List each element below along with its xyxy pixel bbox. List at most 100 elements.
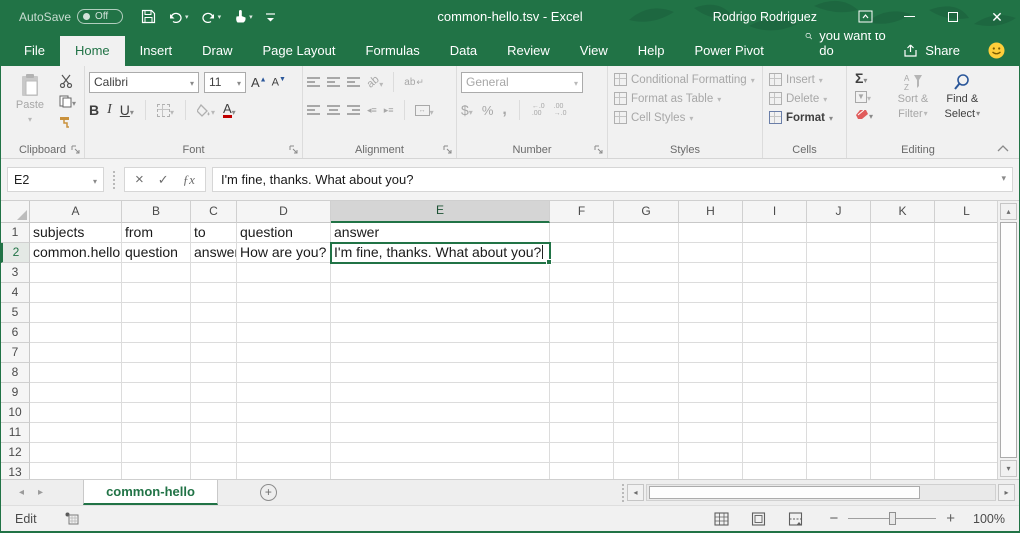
cell-C9[interactable]: [191, 383, 237, 403]
italic-button[interactable]: I: [107, 102, 112, 118]
cell-L8[interactable]: [935, 363, 997, 383]
save-button[interactable]: [137, 7, 160, 26]
cell-J5[interactable]: [807, 303, 871, 323]
cell-G12[interactable]: [614, 443, 679, 463]
column-header-D[interactable]: D: [237, 201, 331, 223]
cell-C7[interactable]: [191, 343, 237, 363]
currency-dropdown-icon[interactable]: [469, 103, 473, 118]
name-box-dropdown-icon[interactable]: [93, 173, 97, 187]
row-header-12[interactable]: 12: [1, 443, 30, 463]
scroll-right-icon[interactable]: ▸: [998, 484, 1015, 501]
cell-F12[interactable]: [550, 443, 614, 463]
cell-L6[interactable]: [935, 323, 997, 343]
number-format-select[interactable]: General: [461, 72, 583, 93]
delete-cells-button[interactable]: Delete: [769, 89, 843, 108]
scroll-down-icon[interactable]: ▾: [1000, 460, 1017, 477]
cell-C3[interactable]: [191, 263, 237, 283]
column-header-K[interactable]: K: [871, 201, 935, 223]
cell-I1[interactable]: [743, 223, 807, 243]
cell-D3[interactable]: [237, 263, 331, 283]
cell-A2[interactable]: common.hello: [30, 243, 122, 263]
cell-A3[interactable]: [30, 263, 122, 283]
paste-button[interactable]: Paste: [5, 70, 55, 128]
zoom-slider-thumb[interactable]: [889, 512, 896, 525]
cell-H5[interactable]: [679, 303, 743, 323]
insert-cells-button[interactable]: Insert: [769, 70, 843, 89]
cell-F3[interactable]: [550, 263, 614, 283]
cell-E2[interactable]: I'm fine, thanks. What about you?: [331, 243, 550, 263]
sheet-nav-right-icon[interactable]: ▸: [38, 487, 43, 498]
cell-K5[interactable]: [871, 303, 935, 323]
cell-E1[interactable]: answer: [331, 223, 550, 243]
cell-J6[interactable]: [807, 323, 871, 343]
tab-data[interactable]: Data: [435, 36, 492, 66]
zoom-out-button[interactable]: −: [829, 510, 838, 527]
decrease-indent-button[interactable]: ◂≡: [367, 105, 377, 116]
cell-I13[interactable]: [743, 463, 807, 479]
fill-color-button[interactable]: [197, 103, 215, 118]
cell-B12[interactable]: [122, 443, 191, 463]
cell-H11[interactable]: [679, 423, 743, 443]
cell-H12[interactable]: [679, 443, 743, 463]
cell-K4[interactable]: [871, 283, 935, 303]
tab-page-layout[interactable]: Page Layout: [248, 36, 351, 66]
column-header-H[interactable]: H: [679, 201, 743, 223]
alignment-dialog-launcher[interactable]: [443, 145, 454, 156]
cell-A11[interactable]: [30, 423, 122, 443]
cell-B10[interactable]: [122, 403, 191, 423]
cell-D1[interactable]: question: [237, 223, 331, 243]
cell-I7[interactable]: [743, 343, 807, 363]
cell-F8[interactable]: [550, 363, 614, 383]
cell-K6[interactable]: [871, 323, 935, 343]
cell-D9[interactable]: [237, 383, 331, 403]
maximize-button[interactable]: [931, 0, 975, 33]
tabbar-splitter[interactable]: [622, 484, 624, 502]
orientation-button[interactable]: ab: [367, 75, 383, 90]
cell-F5[interactable]: [550, 303, 614, 323]
cell-D4[interactable]: [237, 283, 331, 303]
cell-D11[interactable]: [237, 423, 331, 443]
cell-B13[interactable]: [122, 463, 191, 479]
cell-J13[interactable]: [807, 463, 871, 479]
cell-G7[interactable]: [614, 343, 679, 363]
cell-C13[interactable]: [191, 463, 237, 479]
format-cells-button[interactable]: Format: [769, 108, 843, 127]
cell-J3[interactable]: [807, 263, 871, 283]
cell-L11[interactable]: [935, 423, 997, 443]
redo-button[interactable]: ▾: [197, 8, 226, 25]
cell-E9[interactable]: [331, 383, 550, 403]
column-header-F[interactable]: F: [550, 201, 614, 223]
cell-C2[interactable]: answer: [191, 243, 237, 263]
cell-D10[interactable]: [237, 403, 331, 423]
page-break-preview-button[interactable]: [788, 512, 803, 526]
cell-A5[interactable]: [30, 303, 122, 323]
cell-F13[interactable]: [550, 463, 614, 479]
align-left-button[interactable]: [307, 104, 320, 116]
cell-H2[interactable]: [679, 243, 743, 263]
cell-A1[interactable]: subjects: [30, 223, 122, 243]
autosave-control[interactable]: AutoSave Off: [19, 9, 123, 24]
column-header-G[interactable]: G: [614, 201, 679, 223]
horizontal-scrollbar-thumb[interactable]: [649, 486, 920, 499]
autosum-button[interactable]: Σ: [855, 70, 887, 86]
wrap-text-button[interactable]: ab ↵: [404, 77, 424, 88]
formula-bar-expand-icon[interactable]: ▾: [1001, 173, 1006, 184]
cell-A10[interactable]: [30, 403, 122, 423]
cell-C12[interactable]: [191, 443, 237, 463]
cell-G9[interactable]: [614, 383, 679, 403]
row-header-11[interactable]: 11: [1, 423, 30, 443]
horizontal-scrollbar-track[interactable]: [646, 484, 996, 501]
cell-B6[interactable]: [122, 323, 191, 343]
cell-J8[interactable]: [807, 363, 871, 383]
font-dialog-launcher[interactable]: [289, 145, 300, 156]
new-sheet-button[interactable]: +: [260, 484, 277, 501]
decrease-font-size-button[interactable]: A▼: [272, 76, 286, 89]
cell-L9[interactable]: [935, 383, 997, 403]
redo-dropdown-icon[interactable]: ▾: [218, 13, 222, 21]
page-layout-view-button[interactable]: [751, 512, 766, 526]
clipboard-dialog-launcher[interactable]: [71, 145, 82, 156]
share-button[interactable]: Share: [903, 43, 960, 66]
tab-draw[interactable]: Draw: [187, 36, 247, 66]
cell-J12[interactable]: [807, 443, 871, 463]
merge-center-dropdown-icon[interactable]: [430, 103, 434, 118]
